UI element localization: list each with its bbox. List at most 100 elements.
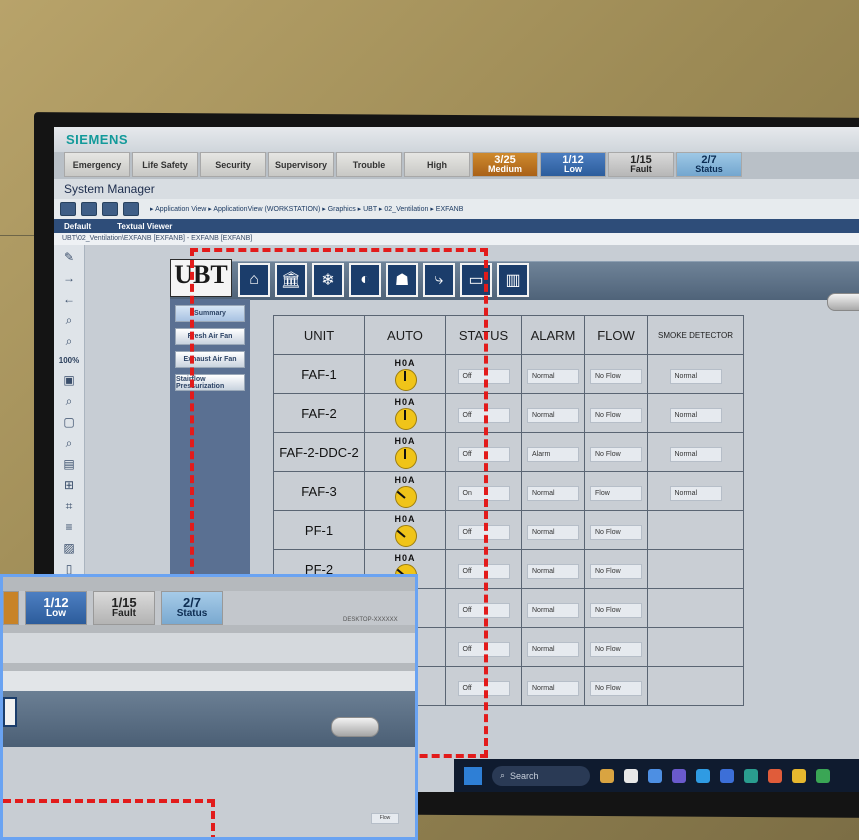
menu-exhaust-air-fan[interactable]: Exhaust Air Fan [175, 351, 245, 368]
flow-value[interactable]: No Flow [590, 641, 642, 657]
alarm-value[interactable]: Alarm [527, 446, 579, 462]
zoom-out-icon[interactable]: ⌕ [66, 335, 73, 347]
flow-value[interactable]: No Flow [590, 563, 642, 579]
taskbar-search[interactable]: ⌕ Search [492, 765, 590, 786]
layout-button[interactable] [60, 202, 76, 216]
alarm-tab-trouble[interactable]: Trouble [336, 152, 402, 177]
status-value[interactable]: Off [457, 641, 510, 657]
menu-summary[interactable]: Summary [175, 305, 245, 322]
faucet-icon[interactable]: ⤷ [423, 263, 455, 297]
status-value-cell: Off [445, 549, 522, 589]
grid-button[interactable] [123, 202, 139, 216]
frame-icon[interactable]: ▢ [63, 416, 74, 428]
status-value[interactable]: Off [457, 407, 510, 423]
alarm-counter-medium[interactable]: 3/25 Medium [472, 152, 538, 177]
zoom-area-icon[interactable]: ⌕ [66, 437, 73, 449]
smoke-detector-value[interactable]: Normal [669, 368, 722, 384]
menu-icon[interactable]: ≡ [65, 521, 72, 533]
hoa-switch[interactable]: H0A [383, 514, 427, 547]
status-value[interactable]: Off [457, 563, 510, 579]
building-icon[interactable]: 🏛 [275, 263, 307, 297]
hoa-switch[interactable]: H0A [383, 397, 427, 430]
alarm-tab-emergency[interactable]: Emergency [64, 152, 130, 177]
window-button[interactable] [102, 202, 118, 216]
hoa-knob-icon [395, 369, 417, 391]
edge-icon[interactable] [648, 768, 662, 783]
breadcrumb[interactable]: ▸ Application View ▸ ApplicationView (WO… [150, 205, 463, 213]
alarm-tab-life-safety[interactable]: Life Safety [132, 152, 198, 177]
app-icon[interactable] [816, 768, 830, 783]
alarm-tab-security[interactable]: Security [200, 152, 266, 177]
status-value[interactable]: Off [457, 680, 510, 696]
alarm-lamp[interactable] [827, 293, 859, 311]
chrome-icon[interactable] [768, 768, 782, 783]
arrow-left-icon[interactable]: ← [63, 293, 75, 305]
app-icon[interactable] [720, 768, 734, 783]
alarm-tab-supervisory[interactable]: Supervisory [268, 152, 334, 177]
folder-icon[interactable] [792, 768, 806, 783]
flow-value-cell: No Flow [584, 354, 648, 394]
snowflake-icon[interactable]: ❄ [312, 263, 344, 297]
alarm-value[interactable]: Normal [527, 641, 579, 657]
status-value[interactable]: Off [457, 602, 510, 618]
alarm-counter-status[interactable]: 2/7 Status [676, 152, 742, 177]
alarm-value[interactable]: Normal [527, 368, 579, 384]
menu-stairflow-pressurization[interactable]: Stairflow Pressurization [175, 374, 245, 391]
alarm-value[interactable]: Normal [527, 407, 579, 423]
view-button[interactable] [81, 202, 97, 216]
status-value[interactable]: On [457, 485, 510, 501]
hoa-switch[interactable]: H0A [383, 436, 427, 469]
alarm-value[interactable]: Normal [527, 680, 579, 696]
teams-icon[interactable] [672, 768, 686, 783]
app-icon[interactable] [744, 768, 758, 783]
alarm-counter-fault[interactable]: 1/15 Fault [608, 152, 674, 177]
widgets-icon[interactable] [600, 768, 614, 783]
city-icon[interactable]: ▥ [497, 263, 529, 297]
home-icon[interactable]: ⌂ [238, 263, 270, 297]
flow-value[interactable]: No Flow [590, 524, 642, 540]
alarm-value[interactable]: Normal [527, 602, 579, 618]
person-icon[interactable]: ☗ [386, 263, 418, 297]
zoom-level[interactable]: 100% [59, 356, 79, 365]
alarm-counter-low[interactable]: 1/12 Low [540, 152, 606, 177]
flow-value[interactable]: No Flow [590, 446, 642, 462]
inset-alarm-lamp [331, 717, 379, 737]
smoke-detector-value[interactable]: Normal [669, 446, 722, 462]
alarm-tab-high[interactable]: High [404, 152, 470, 177]
zoom-in-icon[interactable]: ⌕ [66, 314, 73, 326]
hoa-switch[interactable]: H0A [383, 475, 427, 508]
tab-textual-viewer[interactable]: Textual Viewer [117, 222, 172, 231]
flow-value[interactable]: No Flow [590, 407, 642, 423]
fit-icon[interactable]: ▣ [63, 374, 74, 386]
alarm-value[interactable]: Normal [527, 524, 579, 540]
panel-icon[interactable]: ▭ [460, 263, 492, 297]
flow-value[interactable]: No Flow [590, 368, 642, 384]
alarm-value[interactable]: Normal [527, 563, 579, 579]
status-value-cell: Off [445, 432, 522, 472]
task-view-icon[interactable] [624, 768, 638, 783]
status-value-cell: Off [445, 354, 522, 394]
pen-icon[interactable]: ✎ [64, 251, 74, 263]
menu-fresh-air-fan[interactable]: Fresh Air Fan [175, 328, 245, 345]
smoke-detector-value[interactable]: Normal [669, 407, 722, 423]
hoa-switch[interactable]: H0A [383, 358, 427, 391]
alarm-value[interactable]: Normal [527, 485, 579, 501]
layers-icon[interactable]: ▤ [63, 458, 74, 470]
search-icon[interactable]: ⌕ [66, 395, 73, 407]
expand-icon[interactable]: ⊞ [64, 479, 74, 491]
image-icon[interactable]: ▨ [63, 542, 74, 554]
flow-value[interactable]: No Flow [590, 602, 642, 618]
pin-icon[interactable]: ⌗ [66, 500, 73, 512]
smoke-detector-value[interactable]: Normal [669, 485, 722, 501]
status-value[interactable]: Off [457, 368, 510, 384]
flow-value[interactable]: Flow [590, 485, 642, 501]
fan-icon[interactable]: ◐ [349, 263, 381, 297]
tab-default[interactable]: Default [64, 222, 91, 231]
windows-start-icon[interactable] [464, 766, 482, 785]
flow-value[interactable]: No Flow [590, 680, 642, 696]
flow-value-cell: No Flow [584, 627, 648, 667]
status-value[interactable]: Off [457, 524, 510, 540]
status-value[interactable]: Off [457, 446, 510, 462]
outlook-icon[interactable] [696, 768, 710, 783]
arrow-right-icon[interactable]: → [63, 272, 75, 284]
